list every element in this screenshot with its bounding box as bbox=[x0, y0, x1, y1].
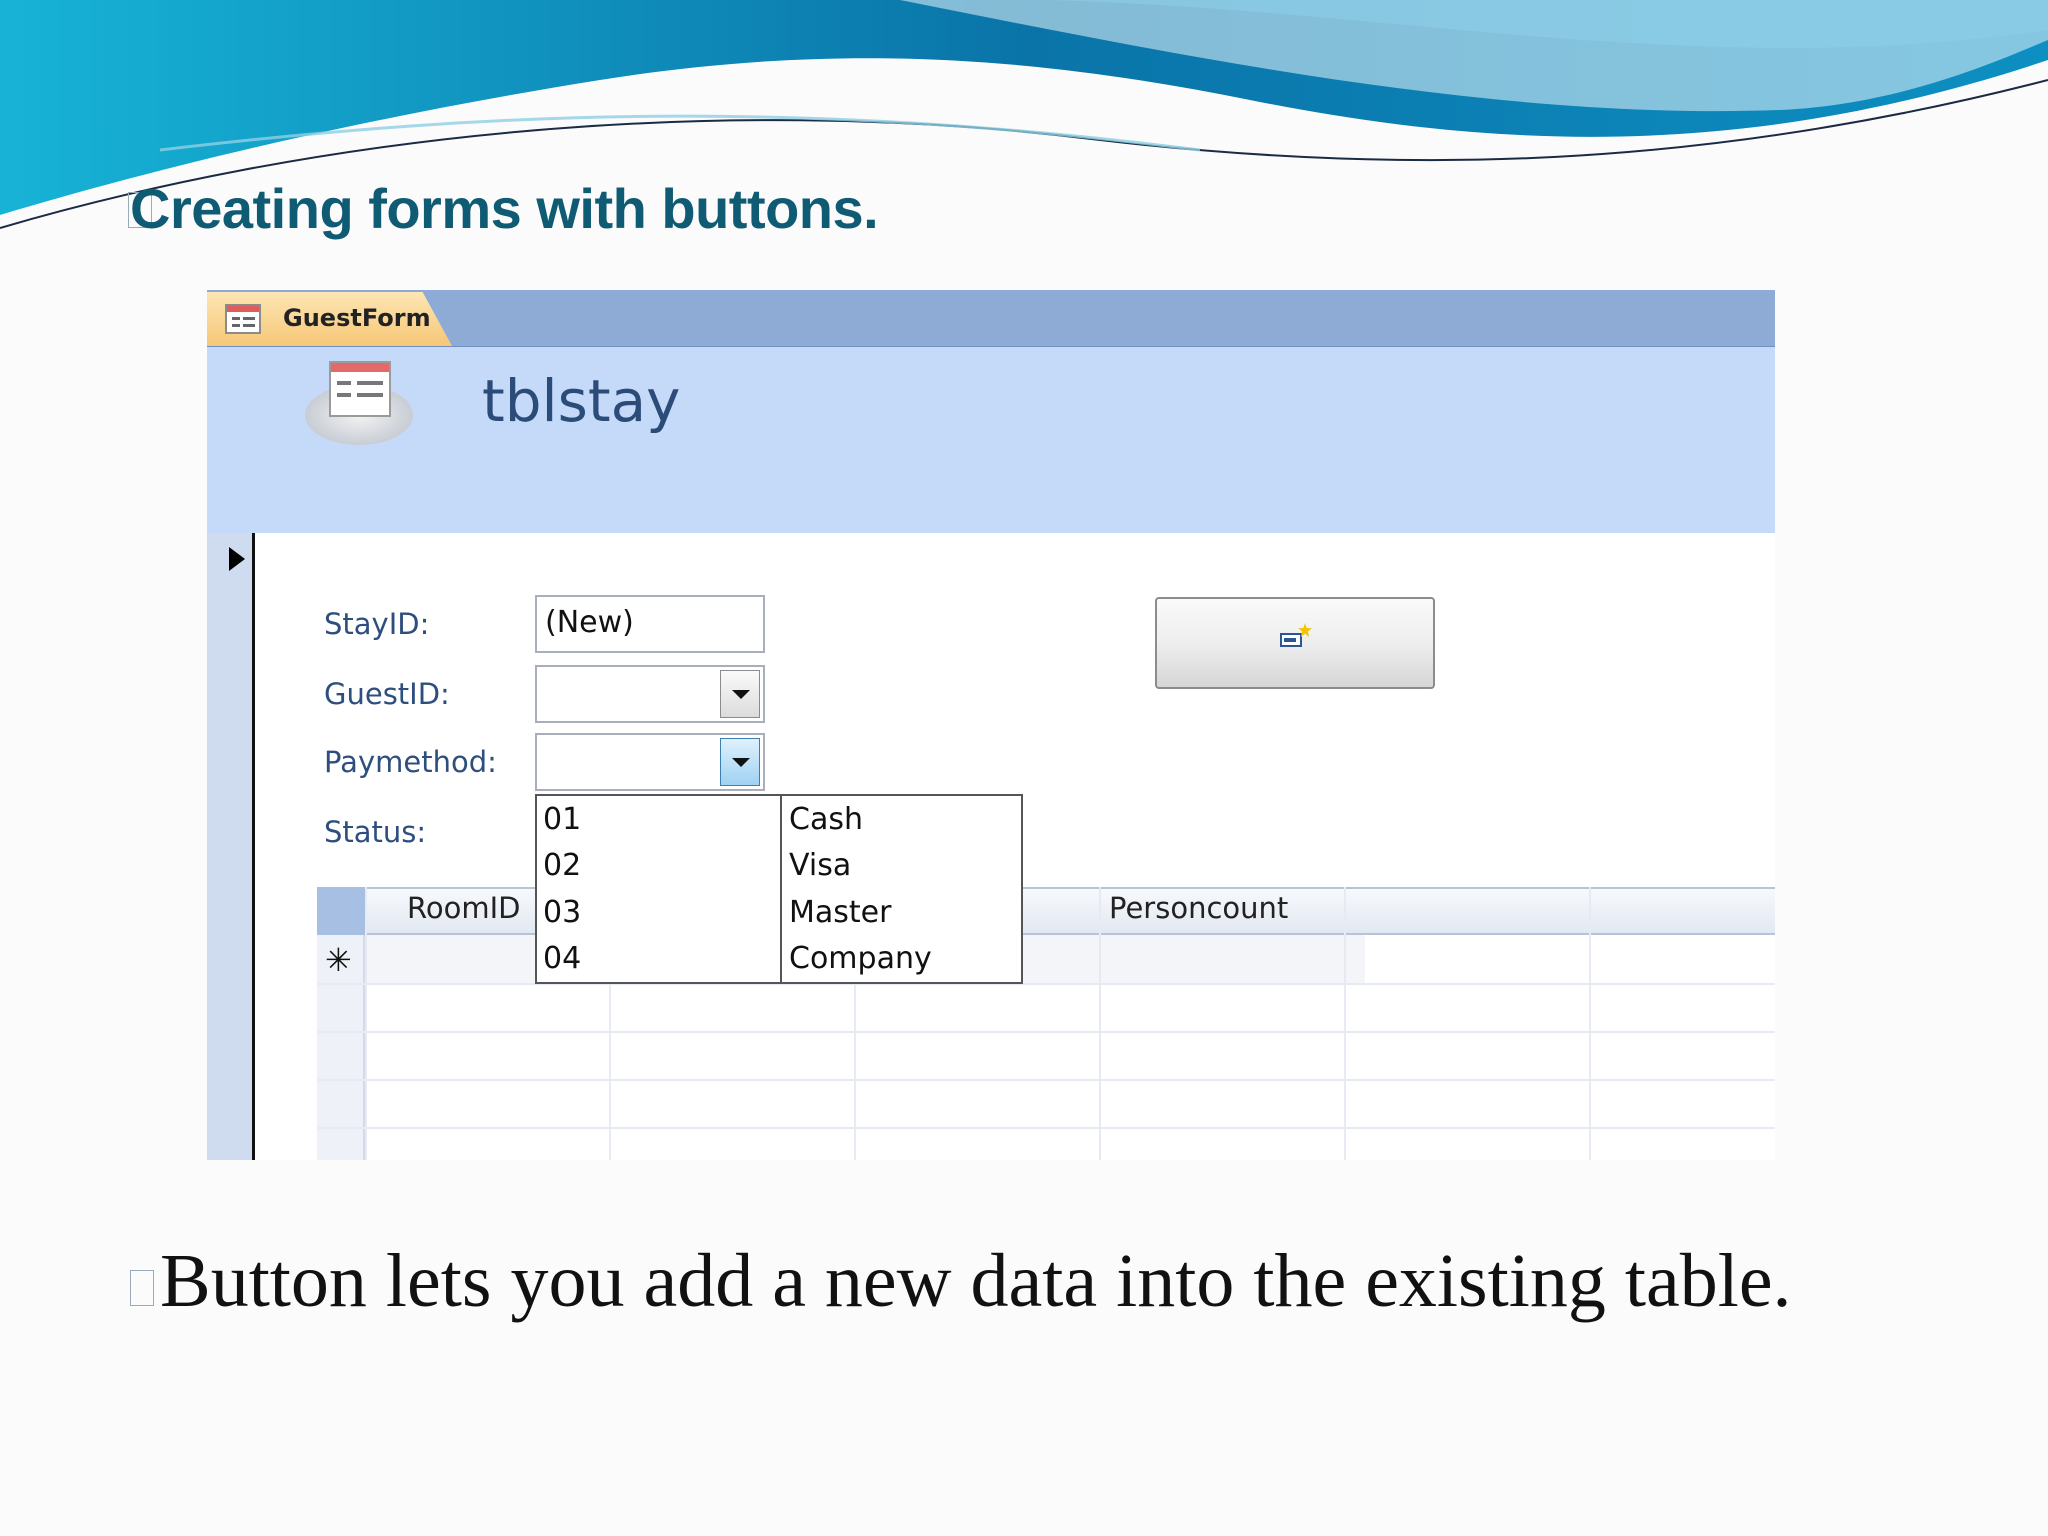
dropdown-option[interactable]: 03 Master bbox=[537, 889, 1021, 935]
option-name: Visa bbox=[789, 848, 852, 883]
stayid-field[interactable]: (New) bbox=[535, 595, 765, 653]
status-label: Status: bbox=[324, 815, 427, 849]
option-name: Company bbox=[789, 941, 932, 976]
add-record-button[interactable] bbox=[1155, 597, 1435, 689]
option-code: 03 bbox=[543, 895, 582, 930]
form-title: tblstay bbox=[482, 367, 681, 435]
tab-label: GuestForm bbox=[283, 304, 431, 332]
dropdown-option[interactable]: 01 Cash bbox=[537, 796, 1021, 842]
paymethod-dropdown-list[interactable]: 01 Cash 02 Visa 03 Master 04 Company bbox=[535, 794, 1023, 984]
new-row-marker-icon: ✳ bbox=[325, 941, 352, 979]
option-code: 04 bbox=[543, 941, 582, 976]
paymethod-dropdown-button[interactable] bbox=[720, 738, 760, 786]
form-icon bbox=[329, 361, 391, 417]
record-selector-arrow-icon bbox=[229, 547, 245, 571]
option-name: Master bbox=[789, 895, 892, 930]
column-header-personcount[interactable]: Personcount bbox=[1109, 891, 1288, 925]
stayid-label: StayID: bbox=[324, 607, 430, 641]
slide-caption: Button lets you add a new data into the … bbox=[160, 1239, 1792, 1323]
option-code: 01 bbox=[543, 802, 582, 837]
form-header: tblstay bbox=[207, 347, 1775, 533]
caption-bullet-icon bbox=[130, 1270, 154, 1306]
record-selector[interactable] bbox=[207, 533, 255, 1160]
datasheet-select-all[interactable] bbox=[317, 887, 365, 935]
dropdown-option[interactable]: 04 Company bbox=[537, 935, 1021, 981]
guestid-combobox[interactable] bbox=[535, 665, 765, 723]
new-record-icon bbox=[1280, 633, 1302, 647]
guestid-dropdown-button[interactable] bbox=[720, 670, 760, 718]
option-code: 02 bbox=[543, 848, 582, 883]
slide-title: Creating forms with buttons. bbox=[130, 177, 879, 240]
tab-guestform[interactable]: GuestForm bbox=[207, 292, 452, 346]
dropdown-arrow-icon bbox=[732, 690, 750, 699]
guestid-label: GuestID: bbox=[324, 677, 450, 711]
paymethod-label: Paymethod: bbox=[324, 745, 497, 779]
dropdown-arrow-icon bbox=[732, 758, 750, 767]
paymethod-combobox[interactable] bbox=[535, 733, 765, 791]
column-header-roomid[interactable]: RoomID bbox=[407, 891, 520, 925]
form-icon bbox=[225, 304, 261, 334]
dropdown-option[interactable]: 02 Visa bbox=[537, 842, 1021, 888]
document-tab-bar: GuestForm bbox=[207, 290, 1775, 347]
option-name: Cash bbox=[789, 802, 863, 837]
access-form-window: GuestForm tblstay StayID: (New) GuestID:… bbox=[207, 290, 1775, 1160]
